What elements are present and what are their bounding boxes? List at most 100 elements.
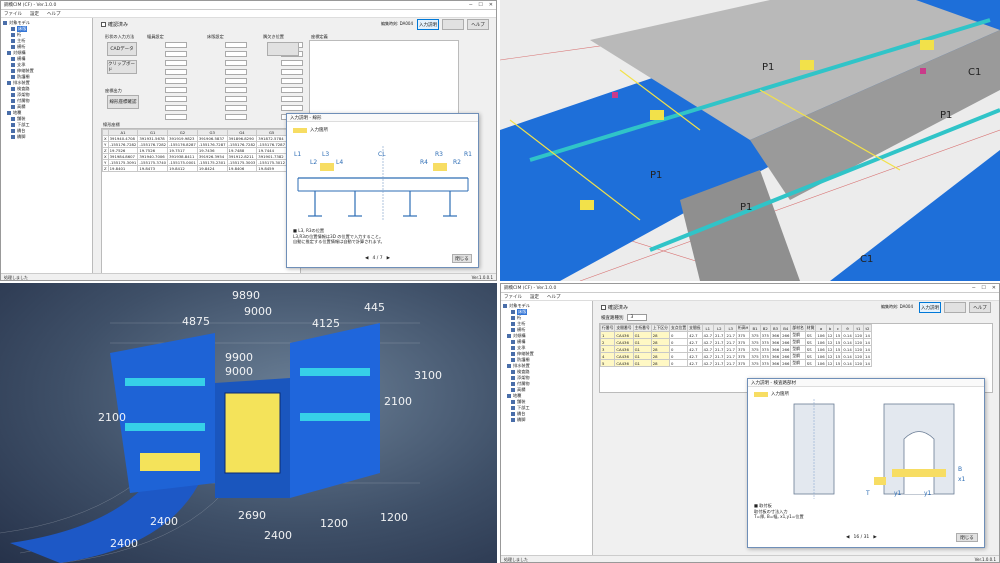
table-cell[interactable]: 21.7 bbox=[724, 352, 737, 360]
table-cell[interactable]: SS bbox=[804, 331, 817, 339]
table-cell[interactable]: G1 bbox=[632, 352, 652, 360]
table-cell[interactable]: 266 bbox=[780, 359, 792, 367]
table-cell[interactable]: G1 bbox=[632, 359, 652, 367]
table-cell[interactable]: 19.8406 bbox=[226, 165, 258, 172]
table-cell[interactable]: 15 bbox=[833, 345, 843, 353]
param-input[interactable] bbox=[165, 78, 187, 84]
param-input[interactable] bbox=[165, 105, 187, 111]
table-cell[interactable]: 15 bbox=[833, 331, 843, 339]
table-row[interactable]: Y -155176.7282 -155176.7282 -155176.8287 -15… bbox=[102, 141, 288, 148]
dialog-close-button[interactable]: 閉じる bbox=[956, 533, 978, 542]
table-cell[interactable]: CA436 bbox=[614, 331, 634, 339]
param-input[interactable] bbox=[165, 96, 187, 102]
table-row[interactable]: 2 CA436 G1 28 0 42.7 42.7 21.7 21.7 375 375 375 366 2… bbox=[600, 338, 872, 346]
column-header[interactable]: 支点位置 bbox=[668, 324, 689, 332]
column-header[interactable]: L2 bbox=[712, 324, 726, 332]
table-cell[interactable]: 375 bbox=[759, 352, 771, 360]
table-cell[interactable]: 120 bbox=[852, 359, 865, 367]
table-cell[interactable]: 391906.5837 bbox=[196, 135, 228, 142]
table-cell[interactable]: SS bbox=[804, 338, 817, 346]
table-cell[interactable]: 21.7 bbox=[712, 345, 726, 353]
column-header[interactable]: B3 bbox=[769, 324, 782, 332]
table-cell[interactable]: 120 bbox=[852, 331, 865, 339]
table-cell[interactable]: -155176.8287 bbox=[167, 141, 198, 148]
column-header[interactable]: 行番号 bbox=[600, 324, 616, 332]
table-cell[interactable]: CA436 bbox=[614, 352, 634, 360]
table-cell[interactable]: 型鋼 bbox=[790, 338, 806, 346]
table-cell[interactable]: G1 bbox=[632, 331, 652, 339]
table-cell[interactable]: 366 bbox=[769, 359, 782, 367]
table-cell[interactable]: -155176.7282 bbox=[226, 141, 258, 148]
table-cell[interactable]: 391872.5784 bbox=[256, 135, 288, 142]
param-input[interactable] bbox=[225, 60, 247, 66]
param-input[interactable] bbox=[225, 69, 247, 75]
table-cell[interactable]: 0 bbox=[668, 345, 689, 353]
table-cell[interactable]: 375 bbox=[749, 345, 761, 353]
table-cell[interactable]: 106 bbox=[815, 352, 827, 360]
column-header[interactable]: L1 bbox=[701, 324, 715, 332]
column-header[interactable]: B2 bbox=[759, 324, 771, 332]
confirm-checkbox[interactable] bbox=[101, 22, 106, 27]
table-row[interactable]: 4 CA436 G1 28 0 42.7 42.7 21.7 21.7 375 375 375 366 2… bbox=[600, 352, 872, 360]
table-cell[interactable]: 42.7 bbox=[701, 352, 715, 360]
table-cell[interactable]: 106 bbox=[815, 338, 827, 346]
table-cell[interactable]: -155175.3740 bbox=[137, 159, 169, 166]
table-cell[interactable]: 28 bbox=[650, 331, 670, 339]
table-row[interactable]: 1 CA436 G1 28 0 42.7 42.7 21.7 21.7 375 375 375 366 2… bbox=[600, 331, 872, 339]
table-cell[interactable]: 0.14 bbox=[841, 359, 854, 367]
column-header[interactable]: 部材名 bbox=[790, 324, 806, 332]
table-cell[interactable]: CA436 bbox=[614, 345, 634, 353]
table-cell[interactable]: 28 bbox=[650, 345, 670, 353]
table-cell[interactable]: 106 bbox=[815, 359, 827, 367]
table-cell[interactable]: 0 bbox=[668, 338, 689, 346]
table-cell[interactable]: 42.7 bbox=[687, 359, 703, 367]
prev-page-icon[interactable]: ◀ bbox=[846, 535, 849, 540]
minimize-icon[interactable]: ─ bbox=[469, 2, 472, 8]
table-cell[interactable]: -155176.7282 bbox=[107, 141, 139, 148]
model-tree[interactable]: 対象モデル 床版桁主桁 横桁 対傾構 横構 支承 伸縮装置 防護柵 排水装置 検査路 添架物 付属物高… bbox=[1, 18, 93, 273]
table-cell[interactable]: -155175.3012 bbox=[256, 159, 288, 166]
table-cell[interactable]: 28 bbox=[650, 359, 670, 367]
menu-file[interactable]: ファイル bbox=[4, 11, 22, 17]
next-page-icon[interactable]: ▶ bbox=[387, 256, 390, 261]
table-cell[interactable]: 266 bbox=[780, 345, 792, 353]
table-cell[interactable]: 0.14 bbox=[841, 352, 854, 360]
column-header[interactable]: t1 bbox=[852, 324, 865, 332]
table-cell[interactable]: 106 bbox=[815, 331, 827, 339]
table-cell[interactable]: 12 bbox=[825, 345, 835, 353]
table-row[interactable]: Y -155175.3091 -155175.3740 -155175.0001 -15… bbox=[102, 159, 288, 166]
table-cell[interactable]: 375 bbox=[735, 345, 751, 353]
table-cell[interactable]: 21.7 bbox=[724, 331, 737, 339]
param-input[interactable] bbox=[225, 96, 247, 102]
table-cell[interactable]: 42.7 bbox=[687, 338, 703, 346]
table-cell[interactable]: 21.7 bbox=[724, 345, 737, 353]
tree-node[interactable]: 橋脚 bbox=[3, 134, 90, 140]
table-cell[interactable]: 375 bbox=[735, 352, 751, 360]
column-header[interactable]: t2 bbox=[863, 324, 872, 332]
param-input[interactable] bbox=[225, 114, 247, 120]
table-cell[interactable]: 366 bbox=[769, 338, 782, 346]
table-cell[interactable]: 14 bbox=[863, 352, 872, 360]
table-cell[interactable]: 0 bbox=[668, 359, 689, 367]
table-cell[interactable]: -155175.3003 bbox=[226, 159, 258, 166]
param-input[interactable] bbox=[165, 69, 187, 75]
table-cell[interactable]: 15 bbox=[833, 352, 843, 360]
table-cell[interactable]: 391938.8411 bbox=[167, 153, 198, 160]
table-cell[interactable]: 375 bbox=[759, 345, 771, 353]
table-cell[interactable]: 375 bbox=[749, 331, 761, 339]
table-cell[interactable]: 型鋼 bbox=[790, 359, 806, 367]
table-cell[interactable]: 15 bbox=[833, 359, 843, 367]
param-input[interactable] bbox=[165, 42, 187, 48]
table-cell[interactable]: 391984.8607 bbox=[107, 153, 139, 160]
table-cell[interactable]: 266 bbox=[780, 331, 792, 339]
param-input[interactable] bbox=[281, 105, 303, 111]
param-input[interactable] bbox=[281, 60, 303, 66]
table-cell[interactable]: 375 bbox=[759, 331, 771, 339]
column-header[interactable]: θ bbox=[841, 324, 854, 332]
table-cell[interactable]: 106 bbox=[815, 345, 827, 353]
confirm-checkbox[interactable] bbox=[601, 305, 606, 310]
column-header[interactable]: 桁高H bbox=[735, 324, 751, 332]
table-cell[interactable]: CA436 bbox=[614, 359, 634, 367]
table-cell[interactable]: 28 bbox=[650, 352, 670, 360]
tree-node[interactable]: 橋脚 bbox=[503, 417, 590, 423]
